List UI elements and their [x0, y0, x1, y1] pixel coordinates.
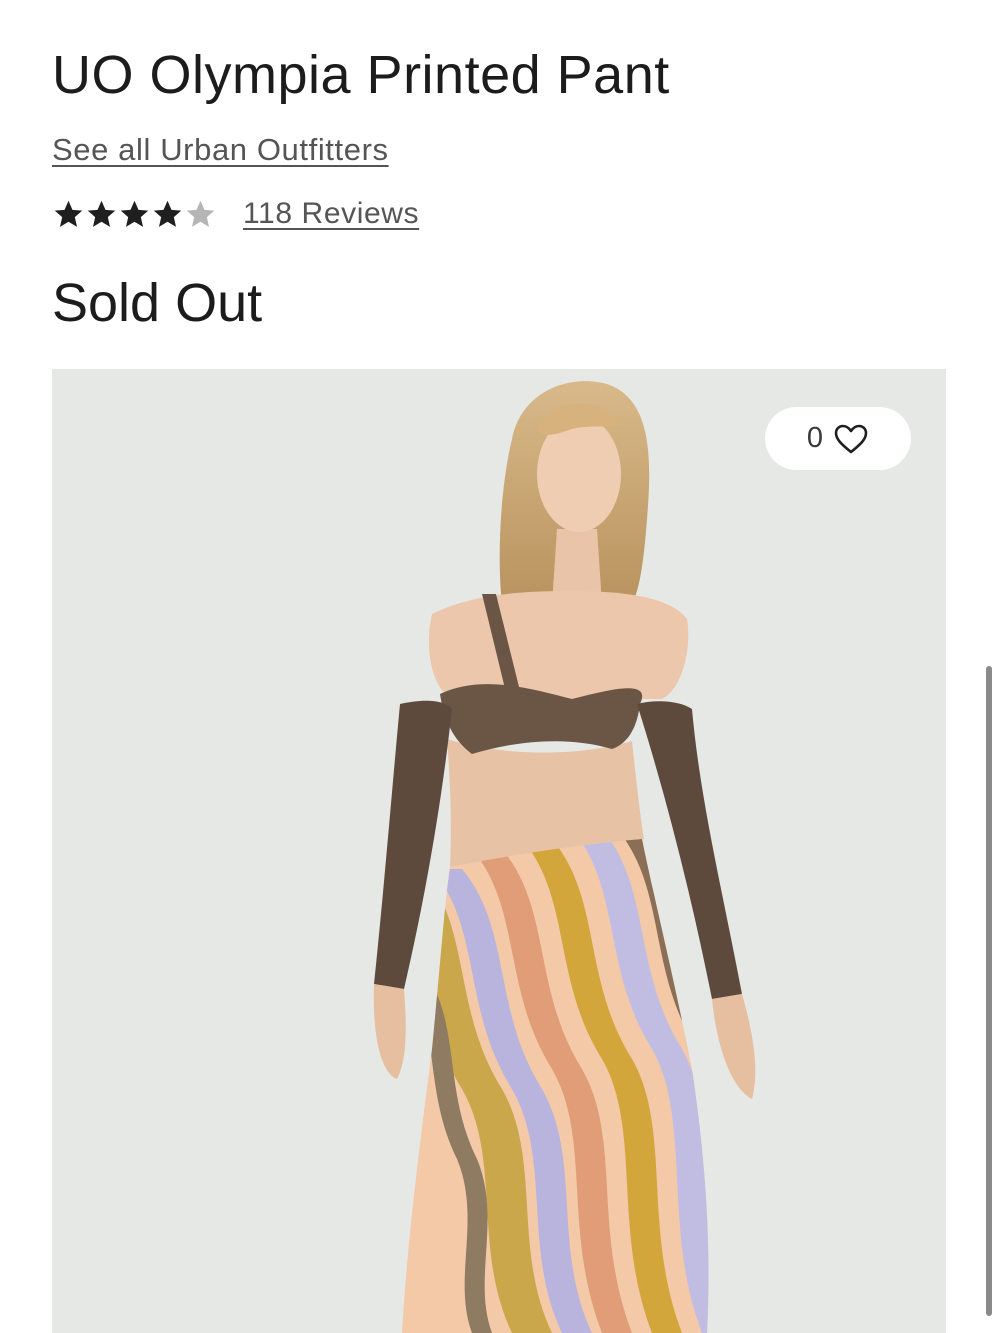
- favorite-count: 0: [806, 422, 824, 454]
- see-all-brand-link[interactable]: See all Urban Outfitters: [52, 132, 389, 168]
- product-page: UO Olympia Printed Pant See all Urban Ou…: [0, 0, 1000, 1333]
- reviews-link[interactable]: 118 Reviews: [243, 197, 419, 231]
- star-filled-icon: [120, 200, 149, 227]
- rating-row: 118 Reviews: [52, 192, 419, 236]
- product-title: UO Olympia Printed Pant: [52, 45, 670, 105]
- scrollbar-thumb[interactable]: [986, 666, 992, 1316]
- star-filled-icon: [153, 200, 182, 227]
- favorite-button[interactable]: 0: [765, 407, 911, 470]
- star-rating[interactable]: [52, 198, 217, 231]
- model-illustration: [52, 369, 946, 1333]
- heart-outline-icon: [834, 424, 868, 453]
- star-filled-icon: [87, 200, 116, 227]
- star-filled-icon: [54, 200, 83, 227]
- stock-status: Sold Out: [52, 273, 263, 333]
- product-image[interactable]: [52, 369, 946, 1333]
- star-empty-icon: [186, 200, 215, 227]
